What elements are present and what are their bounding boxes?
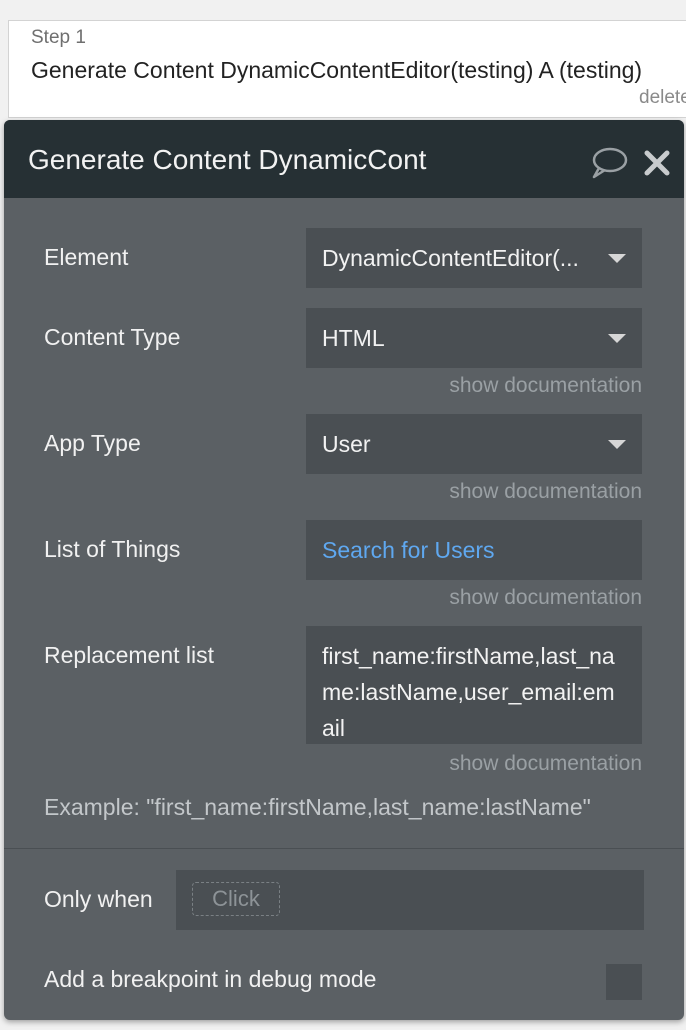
content-type-show-documentation[interactable]: show documentation: [449, 374, 642, 398]
divider: [4, 848, 684, 849]
element-label: Element: [44, 244, 129, 270]
replacement-list-value: first_name:firstName,last_name:lastName,…: [322, 643, 615, 741]
comment-icon[interactable]: [590, 146, 628, 180]
replacement-list-show-documentation[interactable]: show documentation: [449, 752, 642, 776]
chevron-down-icon: [608, 333, 626, 343]
step-card[interactable]: Step 1 Generate Content DynamicContentEd…: [8, 20, 686, 118]
replacement-list-label: Replacement list: [44, 642, 215, 668]
app-type-label: App Type: [44, 430, 141, 456]
chevron-down-icon: [608, 439, 626, 449]
list-of-things-expression[interactable]: Search for Users: [306, 520, 642, 580]
replacement-list-input[interactable]: first_name:firstName,last_name:lastName,…: [306, 626, 642, 744]
close-icon[interactable]: [644, 150, 670, 176]
step-label: Step 1: [31, 27, 86, 48]
panel-title: Generate Content DynamicCont: [28, 144, 427, 175]
replacement-list-example: Example: "first_name:firstName,last_name…: [44, 794, 591, 820]
app-type-value: User: [322, 430, 371, 457]
breakpoint-checkbox[interactable]: [606, 964, 642, 1000]
step-delete-link[interactable]: delete: [639, 87, 686, 109]
only-when-label: Only when: [44, 886, 153, 912]
action-properties-panel: Generate Content DynamicCont Element Dyn…: [4, 120, 684, 1020]
list-of-things-label: List of Things: [44, 536, 181, 562]
app-type-show-documentation[interactable]: show documentation: [449, 480, 642, 504]
chevron-down-icon: [608, 253, 626, 263]
breakpoint-label: Add a breakpoint in debug mode: [44, 966, 377, 992]
content-type-dropdown[interactable]: HTML: [306, 308, 642, 368]
page: Step 1 Generate Content DynamicContentEd…: [0, 0, 686, 1030]
element-dropdown-value: DynamicContentEditor(...: [322, 244, 579, 271]
list-of-things-value[interactable]: Search for Users: [322, 537, 626, 564]
list-of-things-show-documentation[interactable]: show documentation: [449, 586, 642, 610]
click-placeholder[interactable]: Click: [192, 882, 280, 916]
content-type-value: HTML: [322, 324, 385, 351]
content-type-label: Content Type: [44, 324, 181, 350]
element-dropdown[interactable]: DynamicContentEditor(...: [306, 228, 642, 288]
app-type-dropdown[interactable]: User: [306, 414, 642, 474]
only-when-condition-input[interactable]: Click: [176, 870, 644, 930]
step-title: Generate Content DynamicContentEditor(te…: [31, 57, 643, 83]
panel-header: Generate Content DynamicCont: [4, 120, 684, 198]
